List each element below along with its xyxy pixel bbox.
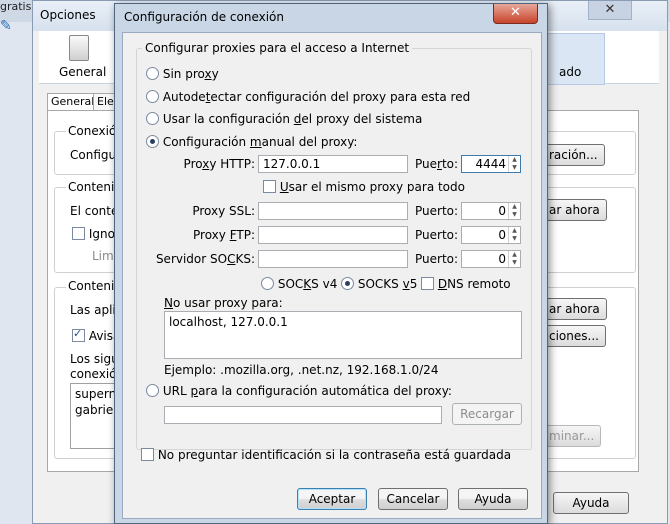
ftp-port-spinner[interactable]: 0 ▲ ▼ <box>461 226 521 244</box>
socks-port-label: Puerto: <box>415 252 459 266</box>
ftp-proxy-label: Proxy FTP: <box>193 228 255 242</box>
spinner-arrows[interactable]: ▲ ▼ <box>508 203 520 219</box>
options-window-title: Opciones <box>40 8 96 22</box>
spin-down-icon: ▼ <box>512 211 517 218</box>
remote-dns-label: DNS remoto <box>437 277 511 291</box>
ok-button[interactable]: Aceptar <box>297 488 367 510</box>
http-proxy-label: Proxy HTTP: <box>183 157 255 171</box>
no-proxy-for-label: No usar proxy para: <box>164 296 283 310</box>
radio-manual-proxy[interactable] <box>146 135 159 148</box>
warn-checkbox[interactable] <box>72 327 85 342</box>
clear-now-button-1[interactable]: ar ahora <box>542 199 607 221</box>
exceptions-button[interactable]: ciones... <box>542 325 606 347</box>
connection-settings-dialog: Configuración de conexión ✕ Configurar p… <box>114 3 548 524</box>
http-port-spinner[interactable]: 4444 ▲ ▼ <box>461 155 521 173</box>
radio-socks-v4[interactable] <box>261 277 274 290</box>
dialog-close-button[interactable]: ✕ <box>493 4 538 24</box>
radio-auto-url-row[interactable]: URL para la configuración automática del… <box>146 384 452 398</box>
ftp-port-value: 0 <box>498 228 506 242</box>
socks-host-label: Servidor SOCKS: <box>155 252 255 266</box>
ssl-port-label: Puerto: <box>415 204 459 218</box>
radio-socks-v5[interactable] <box>341 277 354 290</box>
connection-settings-button[interactable]: ración... <box>542 144 605 166</box>
options-close-button[interactable]: ✕ <box>588 1 632 20</box>
socks-host-input[interactable] <box>258 250 408 268</box>
radio-no-proxy-row[interactable]: Sin proxy <box>146 67 219 81</box>
no-proxy-example: Ejemplo: .mozilla.org, .net.nz, 192.168.… <box>164 363 439 377</box>
no-proxy-textarea[interactable]: localhost, 127.0.0.1 <box>164 311 522 359</box>
ssl-port-value: 0 <box>498 204 506 218</box>
ftp-port-label: Puerto: <box>415 228 459 242</box>
spin-up-icon: ▲ <box>512 156 517 163</box>
radio-system-label: Usar la configuración del proxy del sist… <box>162 112 423 126</box>
radio-no-proxy-label: Sin proxy <box>162 67 219 81</box>
browser-tab-text: gratis <box>0 0 32 13</box>
ignore-checkbox-row[interactable]: Igno <box>72 227 115 241</box>
close-icon: ✕ <box>510 5 521 20</box>
clear-now-button-2[interactable]: ar ahora <box>542 298 607 320</box>
dialog-title: Configuración de conexión <box>124 10 285 24</box>
ignore-label: Igno <box>88 227 115 241</box>
same-proxy-row[interactable]: Usar el mismo proxy para todo <box>263 180 465 194</box>
spin-up-icon: ▲ <box>512 251 517 258</box>
radio-auto-url[interactable] <box>146 384 159 397</box>
dialog-client-area: Configurar proxies para el acceso a Inte… <box>122 32 542 519</box>
toolbar-advanced-label[interactable]: ado <box>559 65 581 79</box>
options-help-button[interactable]: Ayuda <box>553 492 629 514</box>
pen-icon: ✎ <box>0 18 12 34</box>
radio-auto-url-label: URL para la configuración automática del… <box>162 384 452 398</box>
remove-button[interactable]: minar... <box>542 425 602 447</box>
toolbar-general-label[interactable]: General <box>59 65 106 79</box>
spinner-arrows[interactable]: ▲ ▼ <box>508 227 520 243</box>
spinner-arrows[interactable]: ▲ ▼ <box>508 156 520 172</box>
radio-manual-row[interactable]: Configuración manual del proxy: <box>146 135 357 149</box>
proxy-group-title: Configurar proxies para el acceso a Inte… <box>142 41 413 55</box>
remote-dns-row[interactable]: DNS remoto <box>421 277 511 291</box>
same-proxy-checkbox[interactable] <box>263 180 276 193</box>
socks-port-value: 0 <box>498 252 506 266</box>
radio-autodetect-label: Autodetectar configuración del proxy par… <box>162 90 471 104</box>
radio-autodetect-row[interactable]: Autodetectar configuración del proxy par… <box>146 90 470 104</box>
auto-url-input[interactable] <box>164 406 442 424</box>
reload-button[interactable]: Recargar <box>452 403 522 425</box>
ignore-checkbox[interactable] <box>72 227 85 240</box>
no-prompt-label: No preguntar identificación si la contra… <box>157 448 512 462</box>
socks-port-spinner[interactable]: 0 ▲ ▼ <box>461 250 521 268</box>
socks-v5-label: SOCKS v5 <box>357 277 418 291</box>
radio-no-proxy[interactable] <box>146 67 159 80</box>
spinner-arrows[interactable]: ▲ ▼ <box>508 251 520 267</box>
spin-down-icon: ▼ <box>512 235 517 242</box>
socks-v4-row[interactable]: SOCKS v4 <box>261 277 337 291</box>
general-switch-icon <box>69 35 89 61</box>
spin-up-icon: ▲ <box>512 227 517 234</box>
ssl-proxy-label: Proxy SSL: <box>192 204 255 218</box>
ssl-proxy-input[interactable] <box>258 202 408 220</box>
spin-down-icon: ▼ <box>512 259 517 266</box>
no-prompt-row[interactable]: No preguntar identificación si la contra… <box>141 448 511 462</box>
same-proxy-label: Usar el mismo proxy para todo <box>279 180 465 194</box>
ftp-proxy-input[interactable] <box>258 226 408 244</box>
radio-autodetect[interactable] <box>146 90 159 103</box>
http-port-value: 4444 <box>475 157 506 171</box>
socks-v4-label: SOCKS v4 <box>277 277 338 291</box>
socks-v5-row[interactable]: SOCKS v5 <box>341 277 417 291</box>
radio-system-proxy[interactable] <box>146 112 159 125</box>
http-port-label: Puerto: <box>415 157 459 171</box>
help-button[interactable]: Ayuda <box>458 488 528 510</box>
radio-manual-label: Configuración manual del proxy: <box>162 135 358 149</box>
spin-down-icon: ▼ <box>512 164 517 171</box>
spin-up-icon: ▲ <box>512 203 517 210</box>
cancel-button[interactable]: Cancelar <box>378 488 448 510</box>
http-proxy-input[interactable]: 127.0.0.1 <box>258 155 408 173</box>
ssl-port-spinner[interactable]: 0 ▲ ▼ <box>461 202 521 220</box>
no-prompt-checkbox[interactable] <box>141 448 154 461</box>
remote-dns-checkbox[interactable] <box>421 277 434 290</box>
radio-system-row[interactable]: Usar la configuración del proxy del sist… <box>146 112 422 126</box>
